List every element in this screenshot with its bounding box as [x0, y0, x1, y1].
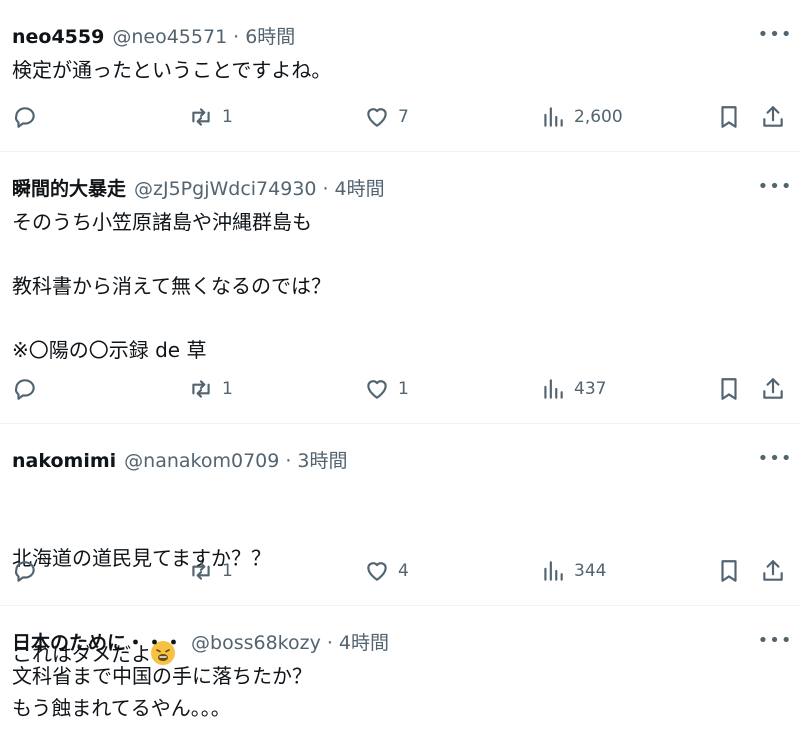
tweet-header: neo4559 @neo45571 · 6時間 — [12, 22, 295, 49]
analytics-icon — [544, 107, 563, 127]
handle[interactable]: @zJ5PgjWdci74930 — [134, 178, 316, 200]
tweet-header: 瞬間的大暴走 @zJ5PgjWdci74930 · 4時間 — [12, 174, 385, 201]
share-icon — [763, 106, 783, 127]
handle[interactable]: @boss68kozy — [191, 632, 321, 654]
retweet-icon — [192, 380, 210, 398]
action-bar: 1 1 437 — [0, 376, 801, 404]
views-button[interactable]: 2,600 — [540, 104, 623, 130]
retweet-button[interactable]: 1 — [188, 558, 233, 584]
reply-icon — [14, 561, 35, 582]
reply-icon — [14, 107, 35, 128]
reply-button[interactable] — [12, 104, 38, 130]
tweet[interactable]: nakomimi @nanakom0709 · 3時間 ••• 北海道の道民見て… — [0, 424, 801, 666]
tweet[interactable]: 瞬間的大暴走 @zJ5PgjWdci74930 · 4時間 ••• そのうち小笠… — [0, 152, 801, 424]
share-button[interactable] — [760, 104, 786, 130]
retweet-count: 1 — [222, 379, 233, 399]
reply-icon — [14, 379, 35, 400]
handle[interactable]: @neo45571 — [112, 26, 227, 48]
timestamp[interactable]: 4時間 — [335, 174, 385, 201]
display-name[interactable]: 日本のために・・・ — [12, 628, 183, 655]
separator: · — [322, 178, 329, 200]
display-name[interactable]: nakomimi — [12, 450, 116, 472]
bookmark-icon — [721, 378, 737, 400]
retweet-icon — [192, 562, 210, 580]
more-options-icon[interactable]: ••• — [758, 630, 792, 651]
reply-button[interactable] — [12, 558, 38, 584]
heart-icon — [367, 562, 387, 581]
bookmark-button[interactable] — [716, 376, 742, 402]
bookmark-icon — [721, 560, 737, 582]
retweet-button[interactable]: 1 — [188, 376, 233, 402]
retweet-button[interactable]: 1 — [188, 104, 233, 130]
separator: · — [326, 632, 333, 654]
bookmark-icon — [721, 106, 737, 128]
like-button[interactable]: 4 — [364, 558, 409, 584]
action-bar: 1 4 344 — [0, 558, 801, 586]
tweet-header: nakomimi @nanakom0709 · 3時間 — [12, 446, 347, 473]
tweet-text: そのうち小笠原諸島や沖縄群島も 教科書から消えて無くなるのでは？ ※〇陽の〇示録… — [12, 210, 331, 362]
handle[interactable]: @nanakom0709 — [124, 450, 279, 472]
like-button[interactable]: 1 — [364, 376, 409, 402]
view-count: 2,600 — [574, 107, 623, 127]
tweet-header: 日本のために・・・ @boss68kozy · 4時間 — [12, 628, 389, 655]
views-button[interactable]: 437 — [540, 376, 606, 402]
tweet[interactable]: neo4559 @neo45571 · 6時間 ••• 検定が通ったということで… — [0, 0, 801, 152]
more-options-icon[interactable]: ••• — [758, 448, 792, 469]
share-button[interactable] — [760, 558, 786, 584]
view-count: 344 — [574, 561, 607, 581]
reply-button[interactable] — [12, 376, 38, 402]
tweet[interactable]: 日本のために・・・ @boss68kozy · 4時間 ••• 文科省まで中国の… — [0, 606, 801, 734]
action-bar: 1 7 2,600 — [0, 104, 801, 132]
analytics-icon — [544, 561, 563, 581]
like-button[interactable]: 7 — [364, 104, 409, 130]
timestamp[interactable]: 3時間 — [297, 446, 347, 473]
separator: · — [285, 450, 292, 472]
share-button[interactable] — [760, 376, 786, 402]
view-count: 437 — [574, 379, 607, 399]
share-icon — [763, 560, 783, 581]
analytics-icon — [544, 379, 563, 399]
timestamp[interactable]: 4時間 — [339, 628, 389, 655]
views-button[interactable]: 344 — [540, 558, 606, 584]
retweet-count: 1 — [222, 107, 233, 127]
tweet-text: 文科省まで中国の手に落ちたか？ もう蝕まれてるやん。。。 — [12, 664, 312, 720]
retweet-count: 1 — [222, 561, 233, 581]
retweet-icon — [192, 108, 210, 126]
more-options-icon[interactable]: ••• — [758, 24, 792, 45]
like-count: 1 — [398, 379, 409, 399]
bookmark-button[interactable] — [716, 558, 742, 584]
like-count: 4 — [398, 561, 409, 581]
timestamp[interactable]: 6時間 — [245, 22, 295, 49]
separator: · — [233, 26, 240, 48]
like-count: 7 — [398, 107, 409, 127]
share-icon — [763, 378, 783, 399]
tweet-text: 検定が通ったということですよね。 — [12, 58, 332, 82]
bookmark-button[interactable] — [716, 104, 742, 130]
more-options-icon[interactable]: ••• — [758, 176, 792, 197]
display-name[interactable]: neo4559 — [12, 26, 104, 48]
heart-icon — [367, 108, 387, 127]
heart-icon — [367, 380, 387, 399]
display-name[interactable]: 瞬間的大暴走 — [12, 174, 126, 201]
